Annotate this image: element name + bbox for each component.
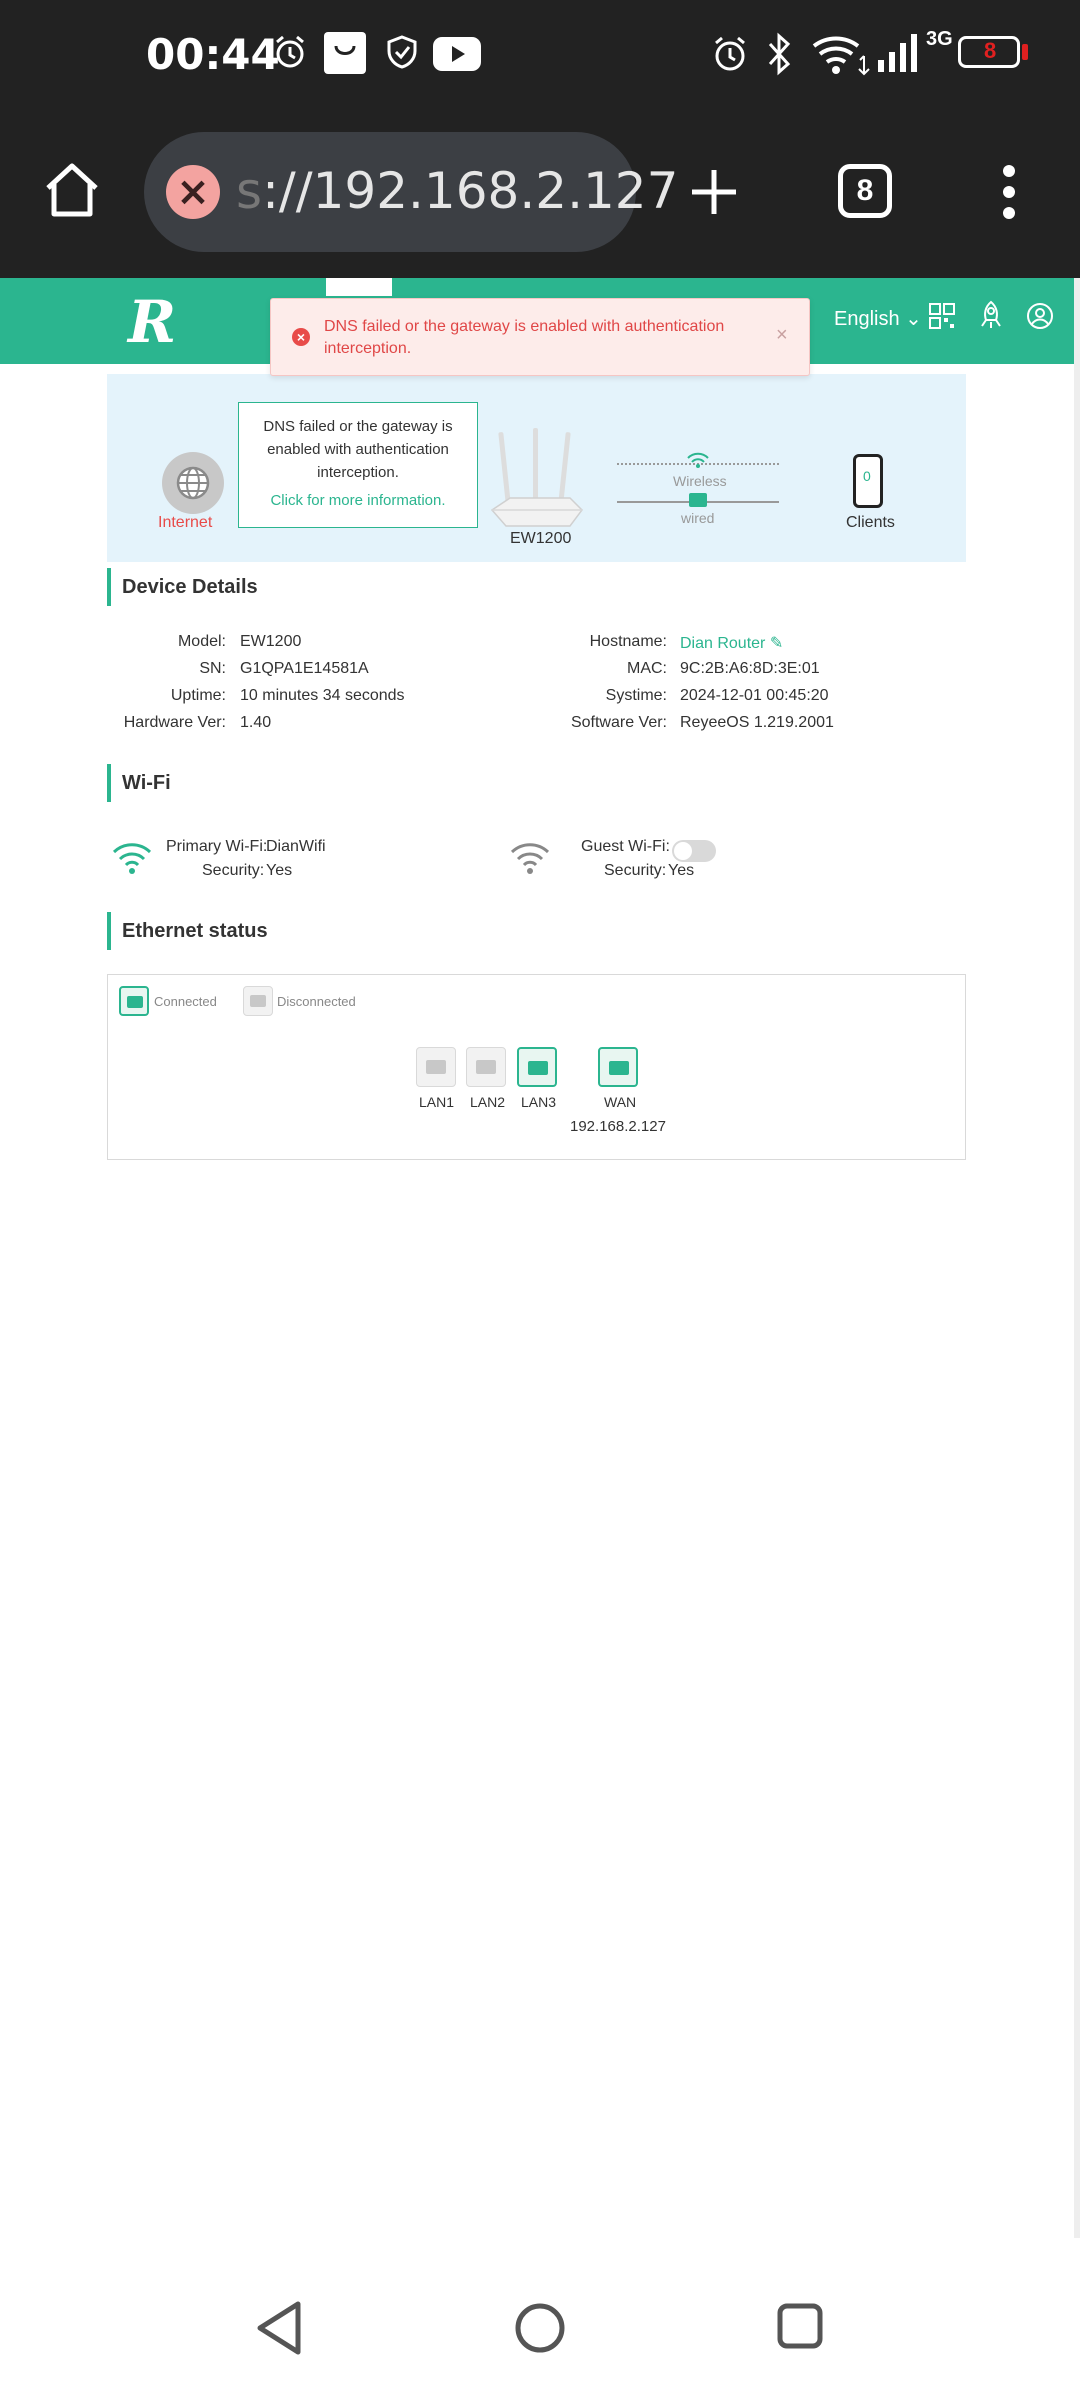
tab-switcher-button[interactable]: 8 <box>838 164 892 218</box>
wan-ip-address: 192.168.2.127 <box>570 1118 666 1135</box>
page-scrollbar[interactable] <box>1074 278 1080 2238</box>
language-select[interactable]: English ⌄ <box>834 306 922 331</box>
section-marker <box>107 764 111 802</box>
section-marker <box>107 912 111 950</box>
alarm-icon <box>715 36 745 71</box>
home-nav-icon[interactable] <box>514 2302 566 2354</box>
more-menu-icon[interactable] <box>994 164 1024 220</box>
dns-warning-text: DNS failed or the gateway is enabled wit… <box>263 418 453 481</box>
chevron-down-icon: ⌄ <box>905 308 922 330</box>
port-wan-icon[interactable] <box>598 1047 638 1087</box>
back-icon[interactable] <box>254 2300 304 2356</box>
not-secure-icon[interactable]: × <box>166 165 220 219</box>
disconnected-legend-label: Disconnected <box>277 994 356 1009</box>
disconnected-legend-icon <box>243 986 273 1016</box>
primary-security-label: Security: <box>202 862 265 879</box>
model-label: Model: <box>177 633 226 650</box>
wifi-icon <box>687 452 709 468</box>
guest-wifi-label: Guest Wi-Fi: <box>581 838 670 855</box>
hostname-label: Hostname: <box>589 633 667 650</box>
router-image[interactable] <box>488 428 584 530</box>
uptime-label: Uptime: <box>170 687 226 704</box>
globe-icon <box>176 466 210 500</box>
ethernet-title: Ethernet status <box>122 920 268 942</box>
wireless-label: Wireless <box>673 473 727 489</box>
mac-label: MAC: <box>627 660 667 677</box>
guest-security-label: Security: <box>604 862 667 879</box>
rocket-icon[interactable] <box>978 300 1004 330</box>
port-lan3-label: LAN3 <box>521 1094 557 1110</box>
sn-label: SN: <box>199 660 226 677</box>
wired-label: wired <box>681 510 715 526</box>
mac-value: 9C:2B:A6:8D:3E:01 <box>680 660 820 677</box>
error-icon: × <box>292 328 310 346</box>
battery-level: 8 <box>984 38 997 63</box>
toast-message: DNS failed or the gateway is enabled wit… <box>324 318 725 357</box>
hardware-ver-value: 1.40 <box>240 714 272 731</box>
port-lan3-icon[interactable] <box>517 1047 557 1087</box>
sn-value: G1QPA1E14581A <box>240 660 369 677</box>
port-lan1-icon[interactable] <box>416 1047 456 1087</box>
edit-icon[interactable]: ✎ <box>770 635 783 652</box>
close-icon[interactable]: × <box>776 324 788 347</box>
guest-security-value: Yes <box>668 862 695 879</box>
wifi-title: Wi-Fi <box>122 772 171 794</box>
network-type: 3G <box>926 28 953 50</box>
port-lan2-icon[interactable] <box>466 1047 506 1087</box>
nav-tab-home[interactable] <box>326 278 392 296</box>
shopping-bag-icon <box>324 32 366 74</box>
connected-legend-icon <box>119 986 149 1016</box>
user-account-icon[interactable] <box>1026 302 1054 330</box>
primary-wifi-label: Primary Wi-Fi: <box>166 838 268 855</box>
hardware-ver-label: Hardware Ver: <box>123 714 226 731</box>
port-lan2-label: LAN2 <box>470 1094 506 1110</box>
hostname-text: Dian Router <box>680 635 766 652</box>
connected-legend-label: Connected <box>154 994 217 1009</box>
status-time: 00:44 <box>146 30 280 79</box>
primary-wifi-ssid: DianWifi <box>266 838 326 855</box>
ethernet-port-icon <box>689 493 707 507</box>
url-host: ://192.168.2.127 <box>262 162 679 220</box>
systime-label: Systime: <box>605 687 667 704</box>
port-lan1-label: LAN1 <box>419 1094 455 1110</box>
toggle-knob <box>674 842 692 860</box>
wifi-icon <box>112 843 152 874</box>
url-text[interactable]: s://192.168.2.127 <box>236 162 678 220</box>
home-icon[interactable] <box>42 160 102 220</box>
qr-code-icon[interactable] <box>928 302 956 330</box>
internet-label: Internet <box>158 514 213 531</box>
language-label: English <box>834 308 900 330</box>
alarm-icon <box>276 35 304 68</box>
url-scheme: s <box>236 162 263 220</box>
wifi-icon <box>510 843 550 874</box>
more-info-link[interactable]: Click for more information. <box>239 492 477 509</box>
port-wan-label: WAN <box>604 1094 637 1110</box>
reyee-logo: R <box>128 288 177 356</box>
clients-count: 0 <box>863 468 871 484</box>
device-details-title: Device Details <box>122 576 258 598</box>
model-value: EW1200 <box>240 633 302 650</box>
uptime-value: 10 minutes 34 seconds <box>240 687 405 704</box>
recents-icon[interactable] <box>776 2302 824 2350</box>
shield-icon <box>387 35 417 69</box>
software-ver-value: ReyeeOS 1.219.2001 <box>680 714 834 731</box>
battery-charging-icon <box>1022 44 1028 60</box>
new-tab-icon[interactable] <box>688 166 740 218</box>
wifi-icon <box>812 36 870 76</box>
clients-label: Clients <box>846 514 895 531</box>
hostname-value[interactable]: Dian Router ✎ <box>680 633 783 653</box>
primary-security-value: Yes <box>266 862 293 879</box>
software-ver-label: Software Ver: <box>570 714 667 731</box>
cell-signal-icon <box>878 34 917 72</box>
router-model-label: EW1200 <box>510 530 572 547</box>
systime-value: 2024-12-01 00:45:20 <box>680 687 829 704</box>
bluetooth-icon <box>768 32 791 76</box>
section-marker <box>107 568 111 606</box>
dns-warning-box[interactable]: DNS failed or the gateway is enabled wit… <box>238 402 478 528</box>
youtube-icon <box>433 37 481 71</box>
